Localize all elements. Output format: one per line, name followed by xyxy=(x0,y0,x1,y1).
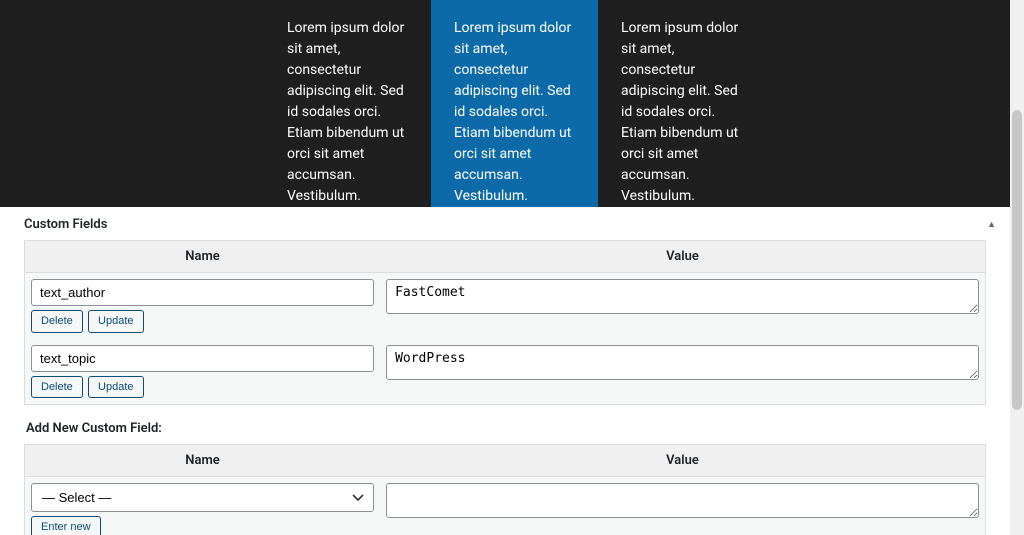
column-header-value: Value xyxy=(380,445,985,477)
delete-button[interactable]: Delete xyxy=(31,376,83,399)
table-row: — Select — Enter new xyxy=(25,477,986,535)
delete-button[interactable]: Delete xyxy=(31,310,83,333)
custom-fields-panel-header: Custom Fields ▲ xyxy=(0,207,1010,240)
custom-fields-panel-body: Name Value Delete Update xyxy=(0,240,1010,535)
field-value-textarea[interactable]: WordPress xyxy=(386,345,979,380)
banner-column-active: Lorem ipsum dolor sit amet, consectetur … xyxy=(431,0,598,207)
banner-text: Lorem ipsum dolor sit amet, consectetur … xyxy=(621,20,738,204)
panel-toggle-icon[interactable]: ▲ xyxy=(987,219,996,230)
table-row: Delete Update WordPress xyxy=(25,339,986,405)
scrollbar-thumb[interactable] xyxy=(1012,110,1022,410)
page-scrollbar[interactable] xyxy=(1010,0,1024,535)
update-button[interactable]: Update xyxy=(88,310,143,333)
panel-title: Custom Fields xyxy=(24,217,107,232)
field-key-input[interactable] xyxy=(31,345,374,372)
table-row: Delete Update FastComet xyxy=(25,273,986,339)
banner-text: Lorem ipsum dolor sit amet, consectetur … xyxy=(287,20,404,204)
custom-fields-table: Name Value Delete Update xyxy=(24,240,986,405)
preview-banner: Lorem ipsum dolor sit amet, consectetur … xyxy=(0,0,1010,207)
add-custom-field-table: Name Value — Select — xyxy=(24,444,986,535)
column-header-name: Name xyxy=(25,241,381,273)
banner-column: Lorem ipsum dolor sit amet, consectetur … xyxy=(598,0,765,207)
field-value-textarea[interactable]: FastComet xyxy=(386,279,979,314)
add-new-heading: Add New Custom Field: xyxy=(24,405,986,444)
field-key-input[interactable] xyxy=(31,279,374,306)
banner-text: Lorem ipsum dolor sit amet, consectetur … xyxy=(454,20,571,204)
column-header-name: Name xyxy=(25,445,381,477)
banner-spacer xyxy=(765,0,1010,207)
update-button[interactable]: Update xyxy=(88,376,143,399)
new-field-value-textarea[interactable] xyxy=(386,483,979,518)
enter-new-button[interactable]: Enter new xyxy=(31,516,101,535)
banner-spacer xyxy=(0,0,264,207)
field-key-select[interactable]: — Select — xyxy=(31,483,374,512)
column-header-value: Value xyxy=(380,241,985,273)
banner-column: Lorem ipsum dolor sit amet, consectetur … xyxy=(264,0,431,207)
